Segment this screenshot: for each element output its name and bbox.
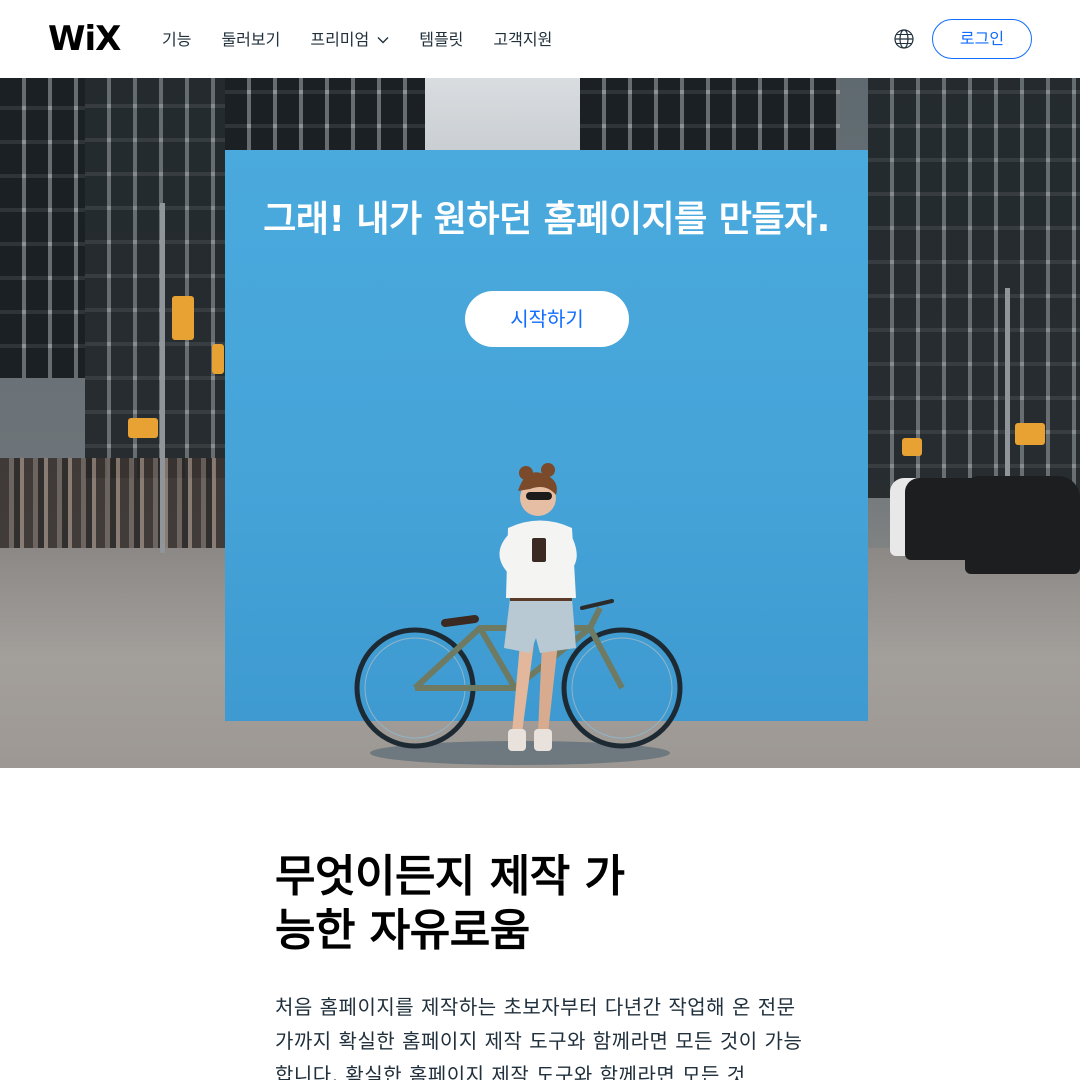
nav-item-label: 고객지원 [493,30,553,49]
feature-title: 무엇이든지 제작 가 능한 자유로움 [275,850,805,958]
nav-item-support[interactable]: 고객지원 [493,28,552,52]
main-nav: 기능 둘러보기 프리미엄 템플릿 고객지원 [162,28,582,52]
nav-item-label: 둘러보기 [221,30,281,49]
nav-item-explore[interactable]: 둘러보기 [221,28,280,52]
login-button[interactable]: 로그인 [932,19,1032,59]
traffic-light-left-2 [212,344,224,374]
nav-item-label: 기능 [162,30,192,49]
building-left [0,78,85,378]
chevron-down-icon [377,37,389,44]
wix-logo[interactable]: WiX [48,20,121,58]
nav-item-features[interactable]: 기능 [162,28,191,52]
nav-item-label: 프리미엄 [310,30,370,49]
building-center-right [580,78,840,158]
parked-car [965,476,1080,574]
pedestrians [0,458,225,548]
traffic-light-left-3 [128,418,158,438]
traffic-light-right [1015,423,1045,445]
nav-item-label: 템플릿 [419,30,464,49]
feature-title-line: 무엇이든지 제작 가 [275,851,625,902]
building-center-left [225,78,425,158]
building-right [868,78,1080,498]
lamp-post-left [160,203,165,553]
nav-item-premium[interactable]: 프리미엄 [310,28,389,52]
page: WiX 기능 둘러보기 프리미엄 템플릿 고객지원 로그인 그래! 내가 원하던… [0,0,1080,1080]
feature-section: 무엇이든지 제작 가 능한 자유로움 처음 홈페이지를 제작하는 초보자부터 다… [275,850,805,1080]
get-started-button[interactable]: 시작하기 [465,291,629,347]
top-navigation-bar: WiX 기능 둘러보기 프리미엄 템플릿 고객지원 로그인 [0,0,1080,78]
feature-title-line: 능한 자유로움 [275,905,530,956]
traffic-light-right-2 [902,438,922,456]
nav-item-templates[interactable]: 템플릿 [419,28,463,52]
traffic-light-left [172,296,194,340]
woman-with-bicycle-illustration [354,463,683,765]
globe-icon[interactable] [893,28,915,50]
feature-description: 처음 홈페이지를 제작하는 초보자부터 다년간 작업해 온 전문가까지 확실한 … [275,995,803,1080]
hero-banner: 그래! 내가 원하던 홈페이지를 만들자. 시작하기 [0,78,1080,768]
hero-title: 그래! 내가 원하던 홈페이지를 만들자. [263,199,830,240]
